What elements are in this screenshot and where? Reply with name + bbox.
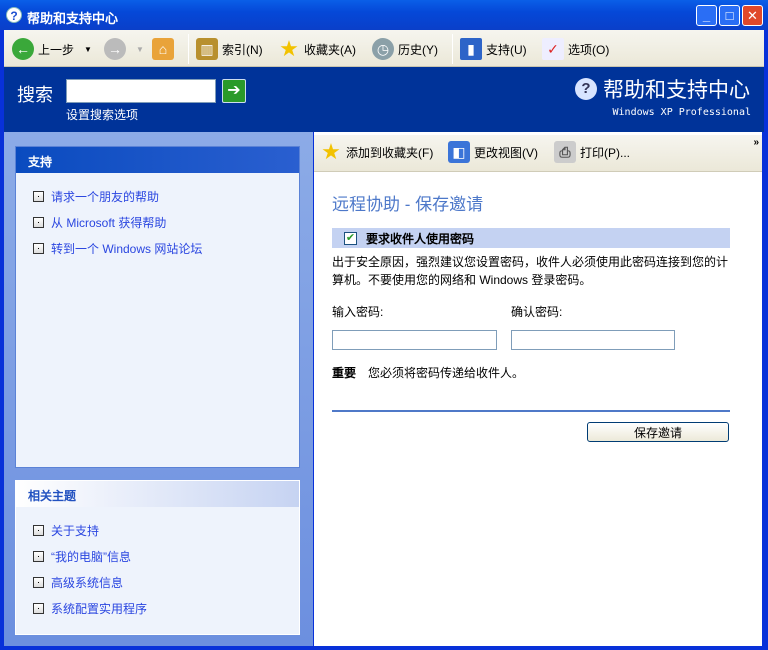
close-button[interactable]: ✕ xyxy=(742,5,763,26)
important-note: 重要 您必须将密码传递给收件人。 xyxy=(332,364,730,381)
bullet-icon xyxy=(33,216,44,228)
search-go-button[interactable]: ➔ xyxy=(222,79,246,103)
content-pane: ★ 添加到收藏夹(F) ◧ 更改视图(V) ⎙ 打印(P)... » 远程协助 - 保… xyxy=(314,132,762,646)
security-description: 出于安全原因，强烈建议您设置密码，收件人必须使用此密码连接到您的计算机。不要使用… xyxy=(332,255,729,287)
change-view-button[interactable]: ◧ 更改视图(V) xyxy=(448,139,538,165)
sidebar-item-ask-friend[interactable]: 请求一个朋友的帮助 xyxy=(33,183,299,209)
search-options-link[interactable]: 设置搜索选项 xyxy=(66,106,138,123)
item-label: 请求一个朋友的帮助 xyxy=(51,189,160,204)
support-label: 支持(U) xyxy=(486,42,527,57)
brand-title: 帮助和支持中心 xyxy=(603,79,750,102)
arrow-right-icon: ➔ xyxy=(227,82,241,99)
home-icon: ⌂ xyxy=(152,38,174,60)
toolbar-overflow-button[interactable]: » xyxy=(753,137,759,148)
confirm-password-label: 确认密码: xyxy=(511,305,563,319)
history-label: 历史(Y) xyxy=(398,42,438,57)
forward-button[interactable]: → ▼ xyxy=(104,36,144,62)
back-label: 上一步 xyxy=(38,42,75,57)
options-button[interactable]: ✓ 选项(O) xyxy=(542,36,609,62)
support-tools-icon: ▮ xyxy=(460,38,482,60)
support-button[interactable]: ▮ 支持(U) xyxy=(460,36,527,62)
help-icon: ? xyxy=(575,78,597,100)
title-bar: ? 帮助和支持中心 _ □ ✕ xyxy=(0,0,768,30)
chevron-down-icon[interactable]: ▼ xyxy=(84,45,92,54)
main-toolbar: ← 上一步 ▼ → ▼ ⌂ ▥ 索引(N) ★ 收藏夹(A) ◷ 历史(Y) ▮ 支持(U) … xyxy=(4,30,764,67)
item-label: 关于支持 xyxy=(51,523,100,538)
bullet-icon xyxy=(33,242,44,254)
history-clock-icon: ◷ xyxy=(372,38,394,60)
require-password-bar: ✔ 要求收件人使用密码 xyxy=(332,228,730,248)
sidebar-item-advanced-system-info[interactable]: 高级系统信息 xyxy=(33,569,299,595)
bullet-icon xyxy=(33,602,44,614)
confirm-field-group: 确认密码: xyxy=(511,303,675,350)
index-label: 索引(N) xyxy=(222,42,263,57)
bullet-icon xyxy=(33,550,44,562)
divider xyxy=(452,34,453,64)
item-label: 从 Microsoft 获得帮助 xyxy=(51,215,167,230)
sidebar-item-microsoft-help[interactable]: 从 Microsoft 获得帮助 xyxy=(33,209,299,235)
options-label: 选项(O) xyxy=(568,42,610,57)
search-label: 搜索 xyxy=(17,85,53,105)
require-password-label: 要求收件人使用密码 xyxy=(366,231,475,246)
add-favorites-label: 添加到收藏夹(F) xyxy=(346,145,434,160)
important-label: 重要 xyxy=(332,366,357,380)
sidebar-item-my-computer-info[interactable]: “我的电脑”信息 xyxy=(33,543,299,569)
divider xyxy=(332,410,730,412)
password-label: 输入密码: xyxy=(332,305,384,319)
options-checklist-icon: ✓ xyxy=(542,38,564,60)
star-add-icon: ★ xyxy=(321,139,341,164)
left-pane: 支持 请求一个朋友的帮助 从 Microsoft 获得帮助 转到一个 Windo… xyxy=(4,132,313,646)
save-invitation-form: 远程协助 - 保存邀请 ✔ 要求收件人使用密码 出于安全原因，强烈建议您设置密码，… xyxy=(332,172,730,442)
home-button[interactable]: ⌂ xyxy=(152,36,174,62)
password-field-group: 输入密码: xyxy=(332,303,497,350)
history-button[interactable]: ◷ 历史(Y) xyxy=(372,36,438,62)
brand-subtitle: Windows XP Professional xyxy=(612,107,751,118)
back-button[interactable]: ← 上一步 ▼ xyxy=(12,36,92,62)
search-input[interactable] xyxy=(66,79,216,103)
password-input[interactable] xyxy=(332,330,497,350)
related-box-title: 相关主题 xyxy=(16,481,299,507)
sidebar-item-windows-forum[interactable]: 转到一个 Windows 网站论坛 xyxy=(33,235,299,261)
save-invitation-button[interactable]: 保存邀请 xyxy=(587,422,729,442)
print-button[interactable]: ⎙ 打印(P)... xyxy=(554,139,630,165)
bullet-icon xyxy=(33,190,44,202)
brand: ? 帮助和支持中心 xyxy=(575,74,750,104)
sidebar-item-system-config[interactable]: 系统配置实用程序 xyxy=(33,595,299,621)
index-button[interactable]: ▥ 索引(N) xyxy=(196,36,263,62)
print-label: 打印(P)... xyxy=(580,145,630,160)
support-box-title: 支持 xyxy=(16,147,299,173)
search-band: 搜索 ➔ 设置搜索选项 ? 帮助和支持中心 Windows XP Professi… xyxy=(4,67,764,132)
forward-arrow-icon: → xyxy=(104,38,126,60)
favorites-button[interactable]: ★ 收藏夹(A) xyxy=(278,36,356,62)
change-view-label: 更改视图(V) xyxy=(474,145,538,160)
sidebar-item-about-support[interactable]: 关于支持 xyxy=(33,517,299,543)
bullet-icon xyxy=(33,524,44,536)
star-icon: ★ xyxy=(279,36,299,61)
item-label: 转到一个 Windows 网站论坛 xyxy=(51,241,203,256)
back-arrow-icon: ← xyxy=(12,38,34,60)
book-icon: ▥ xyxy=(196,38,218,60)
help-icon: ? xyxy=(6,7,22,23)
item-label: 高级系统信息 xyxy=(51,575,124,590)
item-label: 系统配置实用程序 xyxy=(51,601,148,616)
bullet-icon xyxy=(33,576,44,588)
page-title: 远程协助 - 保存邀请 xyxy=(332,195,484,214)
favorites-label: 收藏夹(A) xyxy=(304,42,356,57)
content-toolbar: ★ 添加到收藏夹(F) ◧ 更改视图(V) ⎙ 打印(P)... » xyxy=(314,135,762,172)
printer-icon: ⎙ xyxy=(554,141,576,163)
window-title: 帮助和支持中心 xyxy=(27,11,119,26)
support-box: 支持 请求一个朋友的帮助 从 Microsoft 获得帮助 转到一个 Windo… xyxy=(15,146,300,468)
item-label: “我的电脑”信息 xyxy=(51,549,131,564)
minimize-button[interactable]: _ xyxy=(696,5,717,26)
change-view-icon: ◧ xyxy=(448,141,470,163)
maximize-button[interactable]: □ xyxy=(719,5,740,26)
important-text: 您必须将密码传递给收件人。 xyxy=(368,366,525,380)
chevron-down-icon: ▼ xyxy=(136,44,144,54)
add-to-favorites-button[interactable]: ★ 添加到收藏夹(F) xyxy=(320,139,433,165)
confirm-password-input[interactable] xyxy=(511,330,675,350)
require-password-checkbox[interactable]: ✔ xyxy=(344,231,357,245)
divider xyxy=(188,34,189,64)
related-topics-box: 相关主题 关于支持 “我的电脑”信息 高级系统信息 系统配置实用程序 xyxy=(15,480,300,635)
